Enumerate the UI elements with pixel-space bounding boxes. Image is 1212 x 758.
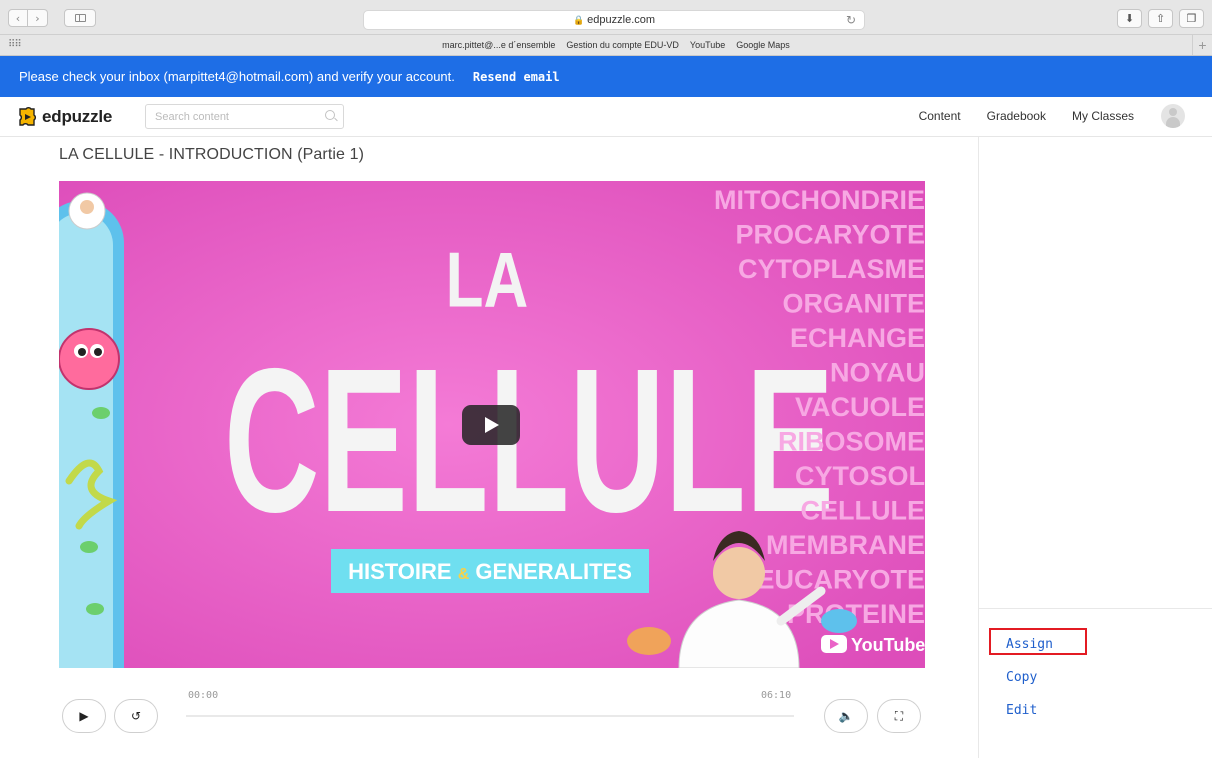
panel-divider [979, 608, 1212, 609]
edpuzzle-logo[interactable]: edpuzzle [16, 106, 112, 128]
reload-icon[interactable]: ↻ [846, 13, 856, 27]
nav-my-classes[interactable]: My Classes [1072, 109, 1134, 123]
youtube-label: YouTube [851, 635, 925, 655]
replay-button[interactable]: ↺ [114, 699, 158, 733]
search-placeholder: Search content [155, 110, 229, 123]
bookmark-item[interactable]: Gestion du compte EDU-VD [566, 40, 679, 50]
puzzle-logo-icon [19, 107, 36, 126]
user-avatar[interactable] [1161, 104, 1185, 128]
logo-wordmark: edpuzzle [42, 107, 113, 126]
play-button[interactable]: ▶ [62, 699, 106, 733]
bookmark-item[interactable]: marc.pittet@...e d´ensemble [442, 40, 555, 50]
thumb-title-big: CELLULE [224, 326, 834, 555]
sidebar-toggle-button[interactable] [64, 9, 96, 27]
lock-icon: 🔒 [572, 14, 585, 25]
new-tab-button[interactable]: + [1192, 35, 1212, 55]
sidebar-icon [75, 14, 86, 22]
toolbar-right-buttons: ⬇ ⇧ ❐ [1117, 9, 1204, 28]
thumb-word: MITOCHONDRIE [714, 185, 925, 215]
right-panel: Assign Copy Edit [978, 137, 1212, 758]
thumb-word: RIBOSOME [778, 427, 925, 457]
thumb-word: PROCARYOTE [735, 220, 925, 250]
thumb-subtitle-amp: & [458, 566, 470, 583]
tabs-button[interactable]: ❐ [1179, 9, 1204, 28]
thumb-word: EUCARYOTE [756, 565, 925, 595]
thumb-title-small: LA [446, 236, 529, 323]
app-header: edpuzzle Search content Content Gradeboo… [0, 97, 1212, 137]
thumb-word: MEMBRANE [766, 530, 925, 560]
nav-gradebook[interactable]: Gradebook [987, 109, 1046, 123]
volume-button[interactable]: 🔈 [824, 699, 868, 733]
play-icon: ▶ [79, 709, 89, 723]
banner-message: Please check your inbox (marpittet4@hotm… [19, 69, 455, 84]
thumb-word: CYTOSOL [795, 461, 925, 491]
replay-icon: ↺ [130, 709, 142, 723]
thumb-subtitle-b: GENERALITES [475, 559, 631, 584]
forward-button[interactable]: › [28, 9, 48, 27]
edit-button[interactable]: Edit [1006, 702, 1053, 719]
fullscreen-icon: ⛶ [894, 708, 904, 723]
resend-email-link[interactable]: Resend email [473, 70, 560, 84]
current-time: 00:00 [188, 690, 219, 701]
assign-highlight [989, 628, 1087, 655]
volume-icon: 🔈 [838, 709, 854, 723]
browser-toolbar: ‹ › 🔒 edpuzzle.com ↻ ⬇ ⇧ ❐ [0, 0, 1212, 35]
copy-button[interactable]: Copy [1006, 669, 1053, 686]
bookmark-item[interactable]: YouTube [690, 40, 725, 50]
address-bar[interactable]: 🔒 edpuzzle.com ↻ [363, 10, 865, 30]
bookmark-list: marc.pittet@...e d´ensemble Gestion du c… [0, 40, 1212, 50]
thumb-subtitle-a: HISTOIRE [348, 559, 452, 584]
thumb-word: CYTOPLASME [738, 254, 925, 284]
video-play-button[interactable] [462, 405, 520, 445]
nav-content[interactable]: Content [919, 109, 961, 123]
thumb-word: VACUOLE [795, 392, 925, 422]
verify-account-banner: Please check your inbox (marpittet4@hotm… [0, 56, 1212, 97]
thumb-word: ECHANGE [790, 323, 925, 353]
download-button[interactable]: ⬇ [1117, 9, 1142, 28]
main-nav: Content Gradebook My Classes [919, 109, 1134, 123]
svg-text:HISTOIRE & GENERAL: HISTOIRE & GENERALITES [348, 559, 632, 584]
page-title: LA CELLULE - INTRODUCTION (Partie 1) [59, 146, 364, 163]
bookmarks-bar: ⠿⠿ marc.pittet@...e d´ensemble Gestion d… [0, 35, 1212, 56]
progress-bar[interactable] [186, 715, 794, 717]
thumb-word: ORGANITE [782, 289, 925, 319]
bookmark-item[interactable]: Google Maps [736, 40, 790, 50]
share-button[interactable]: ⇧ [1148, 9, 1173, 28]
fullscreen-button[interactable]: ⛶ [877, 699, 921, 733]
thumb-word: NOYAU [830, 358, 925, 388]
url-text: edpuzzle.com [587, 14, 656, 26]
thumb-word: CELLULE [801, 496, 926, 526]
search-input[interactable]: Search content [145, 104, 344, 129]
back-button[interactable]: ‹ [8, 9, 28, 27]
duration: 06:10 [761, 690, 792, 701]
history-nav: ‹ › [8, 9, 48, 27]
search-icon[interactable] [325, 110, 335, 120]
